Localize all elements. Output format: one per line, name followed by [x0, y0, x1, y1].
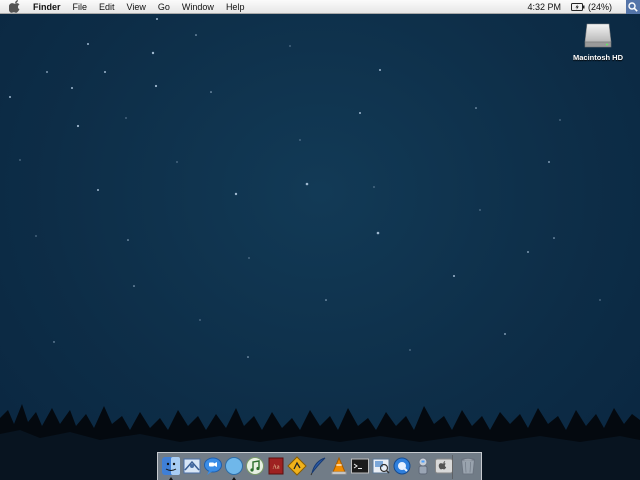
terminal-icon — [351, 458, 369, 474]
battery-icon — [570, 3, 585, 11]
apple-menu-icon[interactable] — [9, 0, 21, 13]
desktop[interactable] — [0, 0, 640, 480]
dock-quicktime[interactable] — [392, 456, 412, 476]
macintosh-hd-label: Macintosh HD — [572, 53, 623, 62]
mail-icon — [183, 458, 201, 474]
finder-icon — [162, 457, 180, 475]
menu-help[interactable]: Help — [220, 0, 251, 14]
dock-system-preferences[interactable] — [434, 456, 454, 476]
battery-percent: (24%) — [587, 2, 612, 12]
quill-icon — [310, 457, 326, 476]
preview-icon — [372, 458, 390, 474]
itunes-icon — [246, 457, 264, 475]
dock-terminal[interactable] — [350, 456, 370, 476]
dock-separator — [452, 455, 453, 479]
menu-clock[interactable]: 4:32 PM — [527, 2, 561, 12]
dock-dictionary[interactable]: Aa — [266, 456, 286, 476]
dock-preview[interactable] — [371, 456, 391, 476]
dock-finder[interactable] — [161, 456, 181, 480]
svg-text:Aa: Aa — [273, 465, 280, 471]
battery-status[interactable]: (24%) — [570, 2, 612, 12]
vlc-icon — [331, 456, 347, 475]
dock-automator[interactable] — [413, 456, 433, 476]
trash-icon — [460, 457, 476, 475]
hard-drive-icon — [584, 23, 612, 48]
dock-itunes[interactable] — [245, 456, 265, 476]
dock-quill[interactable] — [308, 456, 328, 476]
dock-ichat[interactable] — [203, 456, 223, 476]
dock-vlc[interactable] — [329, 456, 349, 476]
network-utility-icon — [287, 456, 307, 476]
dock-safari[interactable] — [224, 456, 244, 480]
menu-view[interactable]: View — [121, 0, 152, 14]
dock-trash[interactable] — [458, 456, 478, 476]
menu-finder[interactable]: Finder — [27, 0, 67, 14]
macintosh-hd-desktop-icon[interactable]: Macintosh HD — [570, 20, 626, 62]
automator-icon — [418, 457, 428, 475]
menu-extras: 4:32 PM (24%) — [527, 0, 640, 14]
menu-file[interactable]: File — [67, 0, 94, 14]
spotlight-button[interactable] — [626, 0, 640, 14]
menu-edit[interactable]: Edit — [93, 0, 121, 14]
dock-network-utility[interactable] — [287, 456, 307, 476]
menu-bar: Finder File Edit View Go Window Help 4:3… — [0, 0, 640, 14]
ichat-icon — [204, 457, 222, 475]
dock-mail[interactable] — [182, 456, 202, 476]
quicktime-icon — [393, 457, 411, 475]
menu-window[interactable]: Window — [176, 0, 220, 14]
dock: Aa — [157, 452, 482, 480]
dictionary-icon: Aa — [268, 457, 284, 475]
system-preferences-icon — [435, 458, 453, 474]
menu-go[interactable]: Go — [152, 0, 176, 14]
safari-icon — [225, 457, 243, 475]
spotlight-icon — [628, 2, 638, 12]
